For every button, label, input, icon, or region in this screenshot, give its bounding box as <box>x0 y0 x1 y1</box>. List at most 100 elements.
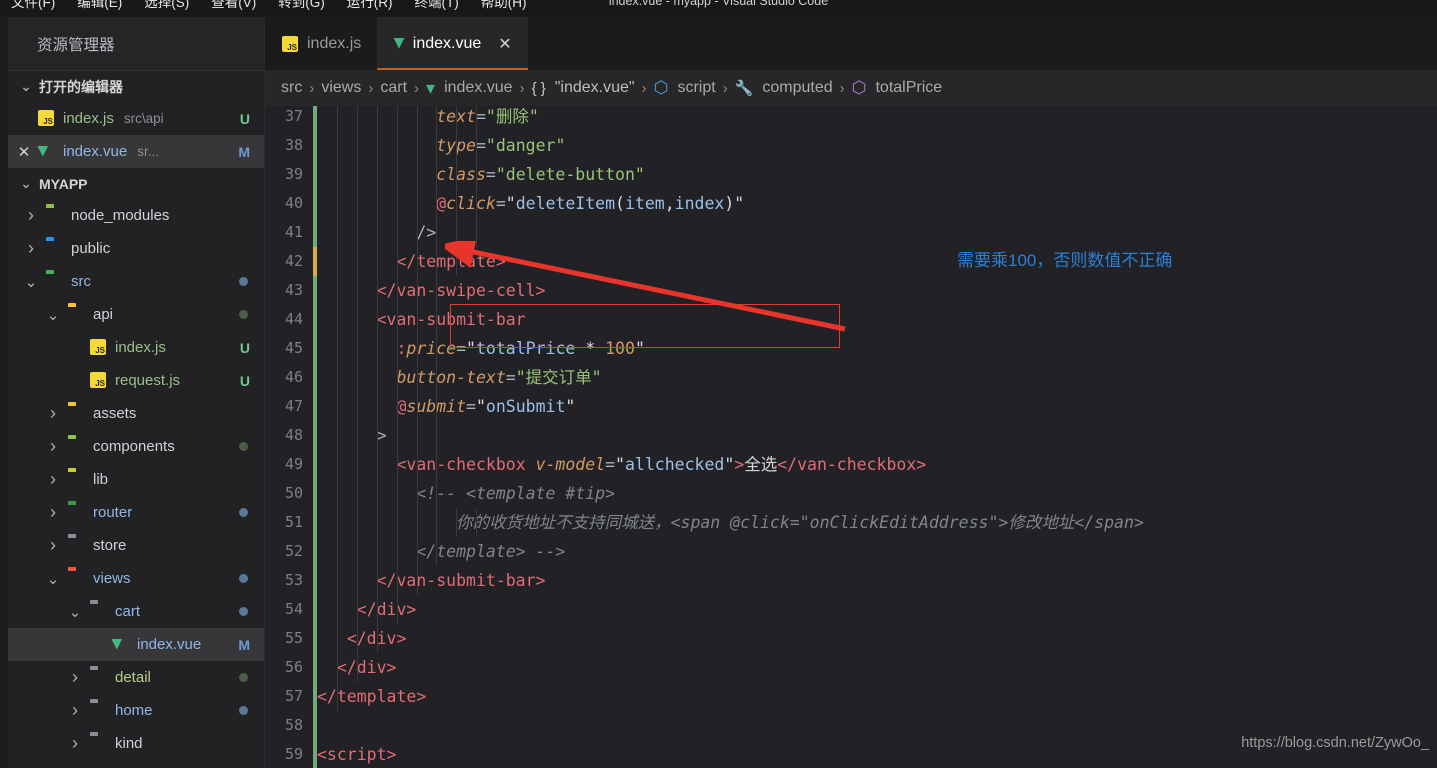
code-line-46: button-text="提交订单" <box>317 363 601 392</box>
breadcrumb-item-1[interactable]: views <box>321 79 361 97</box>
tree-item-label: views <box>93 570 131 587</box>
line-number-55: 55 <box>284 629 303 647</box>
code-token: @ <box>436 194 447 213</box>
code-token: > <box>376 426 387 445</box>
code-editor[interactable]: 37 38 39 40 41 42 43 44 45 46 47 48 49 50 51 52 53 54 55 56… <box>265 106 1437 768</box>
breadcrumb-item-7[interactable]: totalPrice <box>875 79 942 97</box>
open-editors-header[interactable]: ⌄ 打开的编辑器 <box>8 71 264 102</box>
change-dot-indicator <box>239 310 248 319</box>
tree-item-label: api <box>93 306 114 323</box>
explorer-sidebar: 资源管理器 ⌄ 打开的编辑器 JS index.js src\api U ✕ ▾ index… <box>8 17 265 768</box>
breadcrumb-item-6[interactable]: computed <box>762 79 832 97</box>
breadcrumb[interactable]: src › views › cart › ▾ index.vue › { } "index.vue"… <box>265 70 1437 106</box>
chevron-right-icon[interactable]: › <box>44 502 62 523</box>
tree-item-public[interactable]: › public <box>8 232 264 265</box>
tree-item-label: kind <box>115 735 143 752</box>
line-number-47: 47 <box>284 397 303 415</box>
menu-bar[interactable]: 文件(F) 编辑(E) 选择(S) 查看(V) 转到(G) 运行(R) 终端(T) 帮助(H) <box>0 0 538 14</box>
js-file-icon: JS <box>38 110 57 127</box>
vue-file-icon: ▾ <box>112 633 131 654</box>
tree-item-index.js[interactable]: JS index.js U <box>8 331 264 364</box>
menu-item-2[interactable]: 选择(S) <box>133 0 200 14</box>
breadcrumb-item-4[interactable]: "index.vue" <box>555 79 635 97</box>
folder-lib-icon <box>68 471 87 488</box>
breadcrumb-item-3[interactable]: index.vue <box>444 79 513 97</box>
tree-item-node_modules[interactable]: › node_modules <box>8 199 264 232</box>
breadcrumb-item-5[interactable]: script <box>677 79 715 97</box>
menu-item-4[interactable]: 转到(G) <box>267 0 336 14</box>
chevron-right-icon[interactable]: › <box>44 535 62 556</box>
chevron-right-icon[interactable]: › <box>22 238 40 259</box>
tree-item-api[interactable]: ⌄ api <box>8 298 264 331</box>
vue-file-icon: ▾ <box>112 633 122 654</box>
code-token: price <box>406 339 457 358</box>
tree-item-lib[interactable]: › lib <box>8 463 264 496</box>
activity-bar[interactable] <box>0 17 8 768</box>
code-token: , <box>664 194 675 213</box>
line-number-46: 46 <box>284 368 303 386</box>
code-token: </div> <box>356 600 417 619</box>
code-token: = <box>605 455 616 474</box>
tab-index.vue[interactable]: ▾ index.vue ✕ <box>377 17 529 70</box>
menu-item-0[interactable]: 文件(F) <box>0 0 66 14</box>
code-line-37: text="删除" <box>317 106 539 131</box>
close-icon[interactable]: ✕ <box>16 143 32 161</box>
chevron-right-icon[interactable]: › <box>44 403 62 424</box>
menu-item-5[interactable]: 运行(R) <box>336 0 404 14</box>
vue-file-icon: ▾ <box>394 33 404 53</box>
chevron-down-icon[interactable]: ⌄ <box>22 273 40 291</box>
code-content[interactable]: text="删除" type="danger" class="delete-bu… <box>317 106 1437 768</box>
folder-kind-icon <box>90 735 109 752</box>
tree-item-kind[interactable]: › kind <box>8 727 264 760</box>
code-token: deleteItem <box>515 194 616 213</box>
tree-item-request.js[interactable]: JS request.js U <box>8 364 264 397</box>
close-icon[interactable]: ✕ <box>498 34 511 54</box>
tree-item-views[interactable]: ⌄ views <box>8 562 264 595</box>
breadcrumb-item-0[interactable]: src <box>281 79 302 97</box>
chevron-right-icon[interactable]: › <box>66 700 84 721</box>
breadcrumb-item-2[interactable]: cart <box>380 79 407 97</box>
menu-item-6[interactable]: 终端(T) <box>404 0 470 14</box>
line-number-56: 56 <box>284 658 303 676</box>
tree-item-label: home <box>115 702 153 719</box>
code-token: button-text <box>396 368 506 387</box>
tree-item-components[interactable]: › components <box>8 430 264 463</box>
tree-item-router[interactable]: › router <box>8 496 264 529</box>
chevron-down-icon[interactable]: ⌄ <box>44 306 62 324</box>
menu-item-7[interactable]: 帮助(H) <box>470 0 538 14</box>
menu-item-1[interactable]: 编辑(E) <box>66 0 133 14</box>
chevron-right-icon[interactable]: › <box>66 667 84 688</box>
tree-item-label: public <box>71 240 111 257</box>
tree-item-store[interactable]: › store <box>8 529 264 562</box>
tab-index.js[interactable]: JS index.js <box>265 17 378 70</box>
code-line-40: @click="deleteItem(item,index)" <box>317 189 744 218</box>
code-token: onSubmit <box>485 397 566 416</box>
tree-item-label: node_modules <box>71 207 170 224</box>
folder-cart-icon <box>90 603 109 620</box>
open-editor-item-0[interactable]: JS index.js src\api U <box>8 102 264 135</box>
chevron-down-icon[interactable]: ⌄ <box>44 570 62 588</box>
tree-item-label: components <box>93 438 175 455</box>
code-token: </template> <box>396 252 506 271</box>
tree-item-detail[interactable]: › detail <box>8 661 264 694</box>
chevron-right-icon[interactable]: › <box>44 436 62 457</box>
tree-item-assets[interactable]: › assets <box>8 397 264 430</box>
tree-item-label: lib <box>93 471 109 488</box>
chevron-right-icon[interactable]: › <box>22 205 40 226</box>
menu-item-3[interactable]: 查看(V) <box>200 0 267 14</box>
code-token: </van-checkbox> <box>777 455 927 474</box>
line-number-42: 42 <box>284 252 303 270</box>
open-editor-item-1[interactable]: ✕ ▾ index.vue sr... M <box>8 135 264 168</box>
chevron-right-icon[interactable]: › <box>44 469 62 490</box>
code-token: <script> <box>317 745 397 764</box>
tree-item-src[interactable]: ⌄ src <box>8 265 264 298</box>
breadcrumb-separator: › <box>309 79 315 97</box>
editor-tab-bar: JS index.js ▾ index.vue ✕ <box>265 17 1437 70</box>
tree-item-home[interactable]: › home <box>8 694 264 727</box>
tree-item-cart[interactable]: ⌄ cart <box>8 595 264 628</box>
chevron-right-icon[interactable]: › <box>66 733 84 754</box>
tree-item-index.vue[interactable]: ▾ index.vue M <box>8 628 264 661</box>
chevron-down-icon[interactable]: ⌄ <box>66 603 84 621</box>
project-header[interactable]: ⌄ MYAPP <box>8 168 264 199</box>
